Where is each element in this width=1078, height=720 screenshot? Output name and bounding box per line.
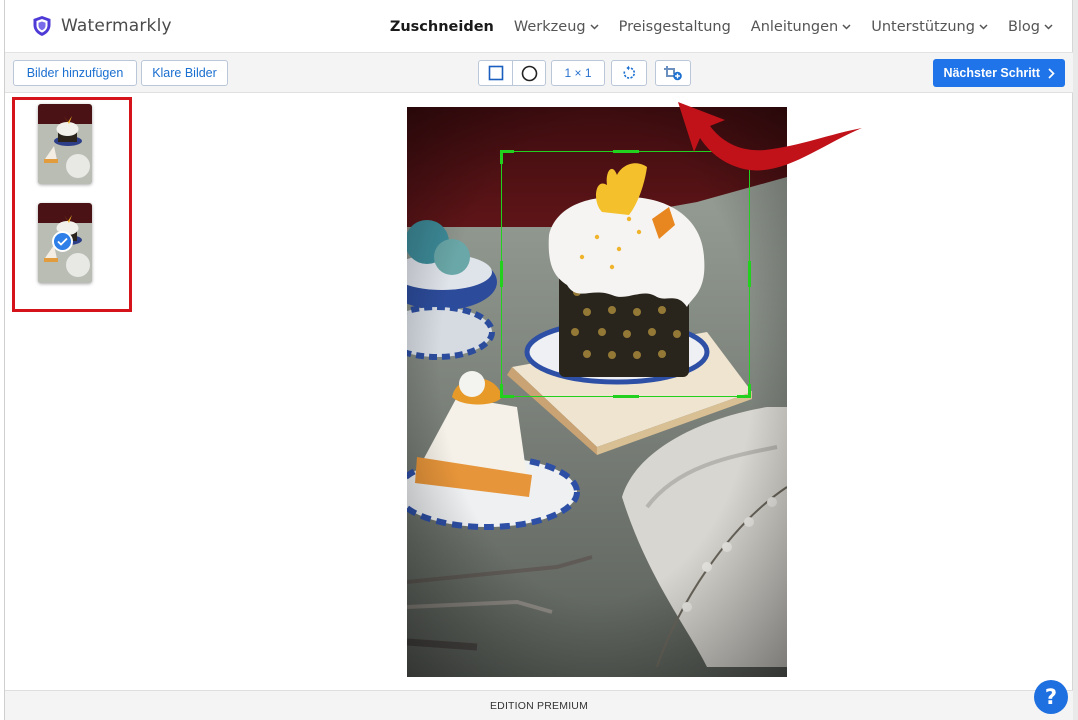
crop-handle-bottom-left-vertical[interactable]	[500, 384, 503, 398]
add-crop-icon	[664, 66, 682, 81]
nav-label: Unterstützung	[871, 18, 975, 35]
help-button[interactable]: ?	[1034, 680, 1068, 714]
nav-label: Werkzeug	[513, 18, 586, 35]
nav-item-preisgestaltung[interactable]: Preisgestaltung	[619, 19, 731, 35]
chevron-down-icon	[979, 23, 988, 30]
thumbnail-image	[38, 104, 92, 184]
nav-item-blog[interactable]: Blog	[1008, 19, 1053, 35]
chevron-down-icon	[1044, 23, 1053, 30]
logo[interactable]: Watermarkly	[32, 15, 172, 37]
add-images-button[interactable]: Bilder hinzufügen	[13, 60, 137, 86]
next-step-label: Nächster Schritt	[943, 66, 1040, 80]
rotate-button[interactable]	[611, 60, 647, 86]
crop-handle-top-left-vertical[interactable]	[500, 150, 503, 164]
selected-check-icon	[52, 231, 73, 252]
main-nav: Zuschneiden Werkzeug Preisgestaltung Anl…	[390, 0, 1053, 53]
nav-item-zuschneiden[interactable]: Zuschneiden	[390, 19, 494, 35]
nav-item-werkzeug[interactable]: Werkzeug	[514, 19, 599, 35]
crop-handle-left[interactable]	[500, 261, 503, 287]
thumbnail-1[interactable]	[38, 104, 92, 184]
nav-label: Zuschneiden	[389, 18, 494, 35]
square-icon	[488, 65, 503, 81]
crop-handle-bottom-right-vertical[interactable]	[748, 384, 751, 398]
rotate-icon	[623, 65, 635, 79]
crop-handle-bottom[interactable]	[613, 395, 639, 398]
clear-images-button[interactable]: Klare Bilder	[141, 60, 228, 86]
nav-item-anleitungen[interactable]: Anleitungen	[751, 19, 851, 35]
window-edge	[4, 0, 5, 720]
thumbnail-highlight-box	[12, 97, 132, 312]
nav-label: Preisgestaltung	[618, 18, 731, 35]
app-window: Watermarkly Zuschneiden Werkzeug Preisge…	[0, 0, 1073, 720]
aspect-ratio-label: 1 × 1	[564, 66, 592, 80]
nav-label: Anleitungen	[750, 18, 839, 35]
nav-item-unterstuetzung[interactable]: Unterstützung	[871, 19, 988, 35]
thumbnail-2[interactable]	[38, 203, 92, 283]
toolbar: Bilder hinzufügen Klare Bilder 1 × 1 Näc…	[5, 53, 1073, 93]
crop-handle-right[interactable]	[748, 261, 751, 287]
help-icon: ?	[1044, 685, 1058, 709]
circle-icon	[521, 65, 537, 81]
annotation-arrow-icon	[678, 102, 862, 171]
chevron-right-icon	[1048, 67, 1055, 79]
next-step-button[interactable]: Nächster Schritt	[933, 59, 1065, 87]
aspect-ratio-button[interactable]: 1 × 1	[551, 60, 605, 86]
top-navigation-bar: Watermarkly Zuschneiden Werkzeug Preisge…	[5, 0, 1073, 53]
chevron-down-icon	[842, 23, 851, 30]
chevron-down-icon	[590, 23, 599, 30]
brand-name: Watermarkly	[61, 16, 172, 36]
shape-selector	[478, 60, 546, 86]
shield-logo-icon	[33, 16, 51, 36]
add-crop-area-button[interactable]	[655, 60, 691, 86]
circle-shape-button[interactable]	[512, 61, 545, 85]
square-shape-button[interactable]	[479, 61, 512, 85]
edition-label: EDITION PREMIUM	[489, 699, 589, 712]
footer-bar: EDITION PREMIUM	[5, 690, 1073, 720]
crop-handle-top[interactable]	[613, 150, 639, 153]
nav-label: Blog	[1007, 18, 1040, 35]
